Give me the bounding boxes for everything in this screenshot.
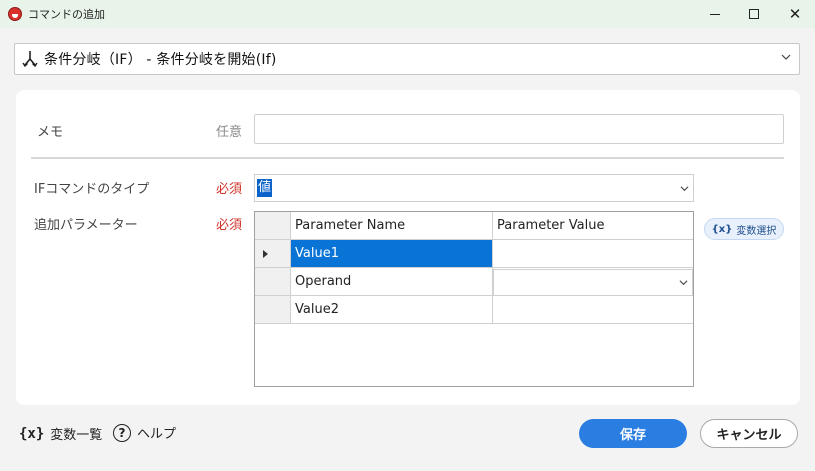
table-row[interactable]: Value1 — [291, 240, 493, 268]
minimize-icon — [710, 13, 720, 15]
close-button[interactable]: ✕ — [772, 0, 815, 28]
cancel-button[interactable]: キャンセル — [700, 419, 798, 448]
memo-label: メモ — [37, 125, 64, 140]
column-header-value[interactable]: Parameter Value — [493, 212, 693, 240]
row-header[interactable] — [255, 268, 291, 296]
if-type-value: 値 — [257, 179, 273, 197]
help-icon: ? — [113, 423, 131, 442]
variable-list-link[interactable]: {x} 変数一覧 — [19, 424, 103, 444]
column-header-name[interactable]: Parameter Name — [291, 212, 493, 240]
app-logo-icon — [8, 7, 22, 21]
table-row[interactable]: Value2 — [291, 296, 493, 324]
table-cell-value[interactable] — [493, 296, 693, 324]
divider — [31, 157, 784, 159]
table-row[interactable]: Operand — [291, 268, 493, 296]
help-link[interactable]: ? ヘルプ — [113, 423, 176, 442]
if-type-required-badge: 必須 — [216, 182, 243, 197]
row-header[interactable] — [255, 240, 291, 268]
operand-select[interactable] — [493, 269, 693, 296]
chevron-down-icon — [680, 186, 689, 192]
if-type-select[interactable]: 値 — [254, 174, 694, 202]
save-button[interactable]: 保存 — [579, 419, 687, 448]
maximize-icon — [749, 9, 759, 19]
window-title: コマンドの追加 — [28, 8, 105, 21]
title-bar: コマンドの追加 ✕ — [0, 0, 815, 28]
maximize-button[interactable] — [731, 0, 777, 28]
memo-input[interactable] — [254, 114, 784, 144]
close-icon: ✕ — [788, 4, 802, 23]
row-header[interactable] — [255, 296, 291, 324]
branch-icon — [22, 51, 38, 68]
table-cell-value[interactable] — [493, 240, 693, 268]
variable-select-button[interactable]: {x} 変数選択 — [704, 218, 784, 240]
variable-select-label: 変数選択 — [736, 225, 777, 237]
chevron-down-icon — [781, 54, 791, 60]
chevron-down-icon — [679, 280, 688, 286]
variable-icon: {x} — [19, 425, 45, 442]
variable-icon: {x} — [711, 223, 733, 235]
if-type-label: IFコマンドのタイプ — [34, 182, 150, 197]
variable-list-label: 変数一覧 — [50, 428, 103, 443]
memo-optional-badge: 任意 — [216, 125, 243, 140]
command-select[interactable]: 条件分岐（IF） - 条件分岐を開始(If) — [14, 43, 800, 75]
command-label: 条件分岐（IF） - 条件分岐を開始(If) — [44, 52, 277, 68]
params-label: 追加パラメーター — [34, 218, 138, 233]
parameter-grid[interactable]: Parameter Name Parameter Value Value1 Op… — [254, 211, 694, 387]
params-required-badge: 必須 — [216, 218, 243, 233]
form-panel: メモ 任意 IFコマンドのタイプ 必須 値 追加パラメーター 必須 Parame… — [16, 90, 800, 405]
current-row-icon — [263, 249, 268, 258]
grid-corner — [255, 212, 291, 240]
help-label: ヘルプ — [137, 427, 177, 442]
